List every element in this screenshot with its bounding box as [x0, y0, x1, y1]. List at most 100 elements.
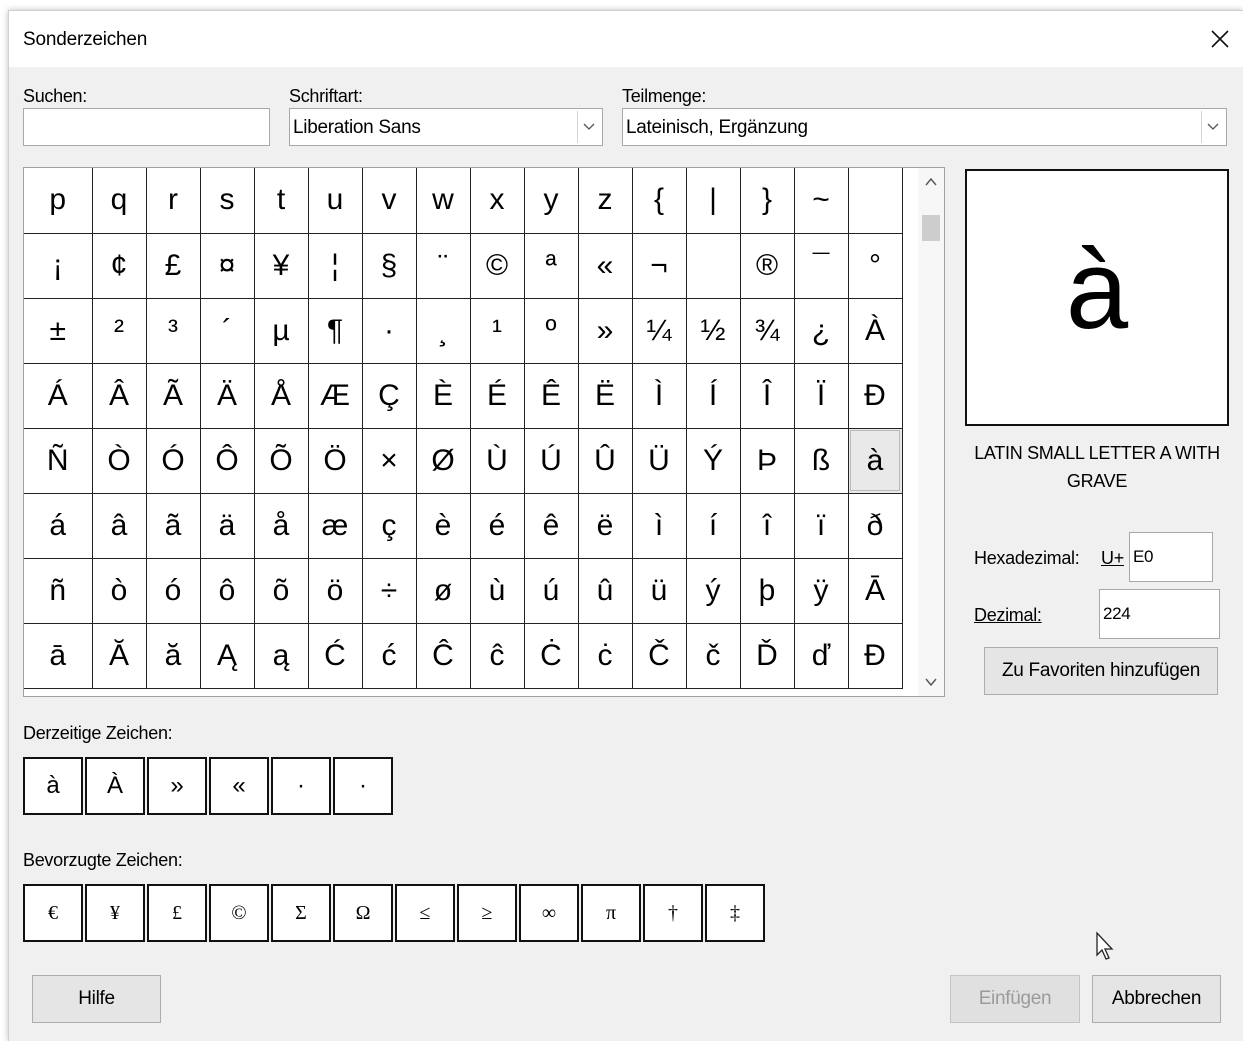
- grid-cell[interactable]: Ä: [199, 362, 255, 429]
- grid-cell[interactable]: ù: [469, 557, 525, 624]
- grid-cell[interactable]: Ç: [361, 362, 417, 429]
- grid-cell[interactable]: {: [631, 168, 687, 234]
- grid-cell[interactable]: §: [361, 232, 417, 299]
- favorite-character[interactable]: £: [147, 884, 207, 942]
- grid-cell[interactable]: ý: [685, 557, 741, 624]
- grid-cell[interactable]: ¹: [469, 297, 525, 364]
- grid-cell[interactable]: Ð: [847, 362, 903, 429]
- grid-cell[interactable]: ¨: [415, 232, 471, 299]
- decimal-input[interactable]: 224: [1099, 589, 1220, 639]
- grid-cell[interactable]: Ă: [91, 622, 147, 689]
- favorite-character[interactable]: ∞: [519, 884, 579, 942]
- scrollbar-thumb[interactable]: [922, 215, 940, 241]
- grid-cell[interactable]: ¬: [631, 232, 687, 299]
- grid-cell[interactable]: ³: [145, 297, 201, 364]
- grid-cell[interactable]: r: [145, 168, 201, 234]
- favorite-character[interactable]: ≤: [395, 884, 455, 942]
- grid-cell[interactable]: æ: [307, 492, 363, 559]
- grid-cell[interactable]: Â: [91, 362, 147, 429]
- favorite-character[interactable]: Ω: [333, 884, 393, 942]
- grid-cell[interactable]: ó: [145, 557, 201, 624]
- grid-cell[interactable]: Ü: [631, 427, 687, 494]
- grid-cell[interactable]: ç: [361, 492, 417, 559]
- grid-cell[interactable]: ¸: [415, 297, 471, 364]
- grid-cell[interactable]: ²: [91, 297, 147, 364]
- grid-cell[interactable]: ®: [739, 232, 795, 299]
- grid-cell[interactable]: x: [469, 168, 525, 234]
- grid-cell[interactable]: ă: [145, 622, 201, 689]
- grid-cell[interactable]: «: [577, 232, 633, 299]
- grid-cell[interactable]: ĉ: [469, 622, 525, 689]
- grid-cell[interactable]: Û: [577, 427, 633, 494]
- grid-cell[interactable]: [685, 232, 741, 299]
- search-input[interactable]: [23, 108, 270, 146]
- grid-cell[interactable]: ď: [793, 622, 849, 689]
- grid-cell[interactable]: ¿: [793, 297, 849, 364]
- grid-cell[interactable]: t: [253, 168, 309, 234]
- grid-cell[interactable]: [847, 168, 903, 234]
- grid-cell[interactable]: ~: [793, 168, 849, 234]
- grid-cell[interactable]: Đ: [847, 622, 903, 689]
- favorite-character[interactable]: ≥: [457, 884, 517, 942]
- grid-cell[interactable]: á: [24, 492, 93, 559]
- grid-cell[interactable]: ø: [415, 557, 471, 624]
- favorite-character[interactable]: †: [643, 884, 703, 942]
- grid-cell[interactable]: ð: [847, 492, 903, 559]
- grid-cell[interactable]: ò: [91, 557, 147, 624]
- grid-cell[interactable]: Ć: [307, 622, 363, 689]
- grid-cell[interactable]: Č: [631, 622, 687, 689]
- recent-character[interactable]: »: [147, 757, 207, 815]
- grid-scrollbar[interactable]: [918, 168, 944, 696]
- grid-cell[interactable]: »: [577, 297, 633, 364]
- grid-cell[interactable]: ì: [631, 492, 687, 559]
- grid-cell[interactable]: Õ: [253, 427, 309, 494]
- grid-cell[interactable]: à: [847, 427, 903, 494]
- grid-cell[interactable]: Ú: [523, 427, 579, 494]
- grid-cell[interactable]: ï: [793, 492, 849, 559]
- grid-cell[interactable]: é: [469, 492, 525, 559]
- grid-cell[interactable]: Ì: [631, 362, 687, 429]
- scroll-down-icon[interactable]: [924, 676, 938, 688]
- grid-cell[interactable]: č: [685, 622, 741, 689]
- grid-cell[interactable]: º: [523, 297, 579, 364]
- favorite-character[interactable]: ¥: [85, 884, 145, 942]
- grid-cell[interactable]: è: [415, 492, 471, 559]
- grid-cell[interactable]: À: [847, 297, 903, 364]
- chevron-down-icon[interactable]: [1201, 111, 1224, 143]
- grid-cell[interactable]: Ô: [199, 427, 255, 494]
- grid-cell[interactable]: ¶: [307, 297, 363, 364]
- grid-cell[interactable]: ¯: [793, 232, 849, 299]
- grid-cell[interactable]: ¥: [253, 232, 309, 299]
- grid-cell[interactable]: ±: [24, 297, 93, 364]
- grid-cell[interactable]: ë: [577, 492, 633, 559]
- grid-cell[interactable]: w: [415, 168, 471, 234]
- grid-cell[interactable]: ā: [24, 622, 93, 689]
- cancel-button[interactable]: Abbrechen: [1092, 975, 1221, 1023]
- grid-cell[interactable]: Î: [739, 362, 795, 429]
- grid-cell[interactable]: Ċ: [523, 622, 579, 689]
- grid-cell[interactable]: ÿ: [793, 557, 849, 624]
- grid-cell[interactable]: ä: [199, 492, 255, 559]
- grid-cell[interactable]: ċ: [577, 622, 633, 689]
- grid-cell[interactable]: ½: [685, 297, 741, 364]
- grid-cell[interactable]: ¢: [91, 232, 147, 299]
- grid-cell[interactable]: î: [739, 492, 795, 559]
- recent-character[interactable]: ·: [333, 757, 393, 815]
- grid-cell[interactable]: Ù: [469, 427, 525, 494]
- grid-cell[interactable]: ą: [253, 622, 309, 689]
- recent-character[interactable]: à: [23, 757, 83, 815]
- grid-cell[interactable]: ć: [361, 622, 417, 689]
- help-button[interactable]: Hilfe: [32, 975, 161, 1023]
- recent-character[interactable]: À: [85, 757, 145, 815]
- grid-cell[interactable]: Ą: [199, 622, 255, 689]
- favorite-character[interactable]: ‡: [705, 884, 765, 942]
- grid-cell[interactable]: Å: [253, 362, 309, 429]
- grid-cell[interactable]: Ã: [145, 362, 201, 429]
- grid-cell[interactable]: ü: [631, 557, 687, 624]
- subset-select[interactable]: Lateinisch, Ergänzung: [622, 108, 1227, 146]
- grid-cell[interactable]: ¾: [739, 297, 795, 364]
- grid-cell[interactable]: ©: [469, 232, 525, 299]
- grid-cell[interactable]: Ó: [145, 427, 201, 494]
- grid-cell[interactable]: }: [739, 168, 795, 234]
- grid-cell[interactable]: °: [847, 232, 903, 299]
